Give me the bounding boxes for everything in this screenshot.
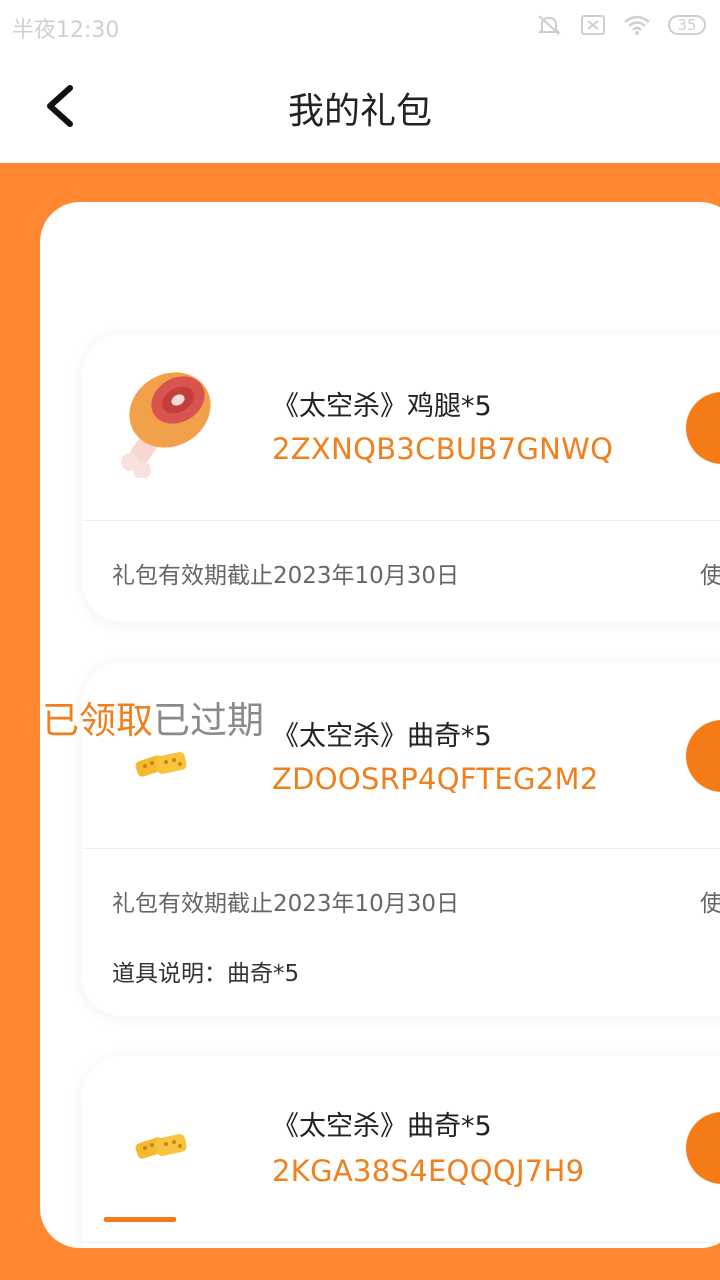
use-instructions-link[interactable]: 使	[700, 884, 720, 918]
gift-code: 2ZXNQB3CBUB7GNWQ	[272, 432, 614, 466]
page-title: 我的礼包	[287, 91, 432, 132]
status-time: 半夜12:30	[12, 18, 120, 43]
gift-card: 《太空杀》曲奇*5 2KGA38S4EQQQJ7H9	[82, 1056, 720, 1248]
top-bar: 我的礼包	[0, 52, 720, 163]
gift-name: 《太空杀》曲奇*5	[272, 721, 492, 752]
gift-name: 《太空杀》曲奇*5	[272, 1111, 492, 1142]
gift-card: 《太空杀》鸡腿*5 2ZXNQB3CBUB7GNWQ 礼包有效期截止2023年1…	[82, 334, 720, 622]
wifi-icon	[624, 15, 650, 35]
cookie-icon	[135, 1134, 187, 1159]
copy-code-button[interactable]	[686, 392, 720, 464]
active-tab-indicator	[104, 1217, 176, 1222]
gift-description: 道具说明：曲奇*5	[112, 961, 300, 987]
battery-indicator: 35	[668, 15, 706, 35]
status-bar: 半夜12:30 35	[0, 0, 720, 52]
divider	[82, 848, 720, 849]
mute-notification-icon	[537, 15, 561, 35]
divider	[82, 1242, 720, 1243]
status-tabs: 已领取已过期	[42, 690, 264, 744]
use-instructions-link[interactable]: 使	[700, 556, 720, 590]
status-icons: 35	[536, 12, 706, 38]
gift-code: 2KGA38S4EQQQJ7H9	[272, 1154, 585, 1188]
copy-code-button[interactable]	[686, 720, 720, 792]
gift-code: ZDOOSRP4QFTEG2M2	[272, 762, 599, 796]
gift-expiry: 礼包有效期截止2023年10月30日	[112, 891, 460, 917]
no-sim-icon	[581, 15, 605, 35]
tab-claimed[interactable]: 已领取	[42, 699, 153, 742]
divider	[82, 520, 720, 521]
drumstick-icon	[121, 372, 211, 478]
gift-expiry: 礼包有效期截止2023年10月30日	[112, 563, 460, 589]
gift-name: 《太空杀》鸡腿*5	[272, 391, 492, 422]
copy-code-button[interactable]	[686, 1112, 720, 1184]
tab-expired[interactable]: 已过期	[153, 699, 264, 742]
